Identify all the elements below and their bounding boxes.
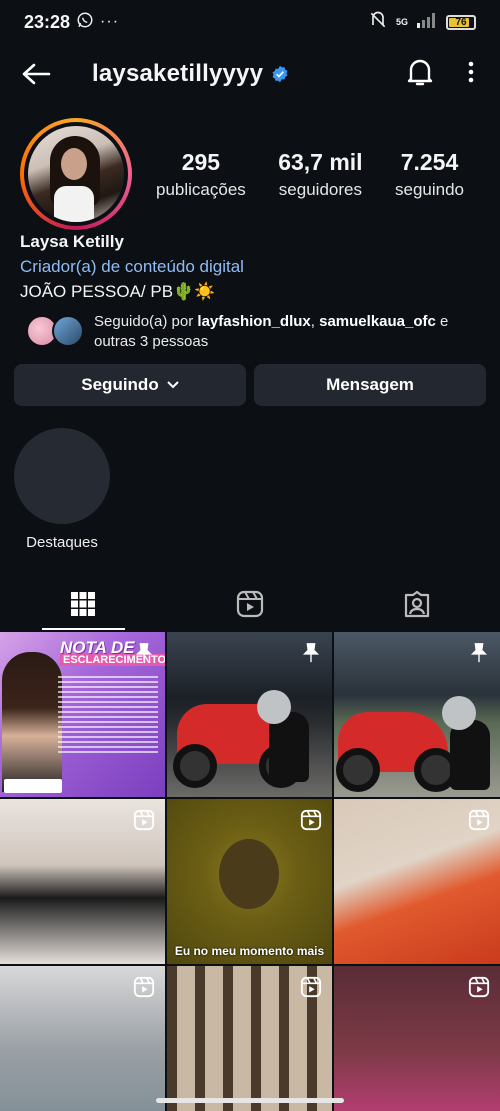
notification-bell-button[interactable] — [406, 57, 434, 92]
stat-followers[interactable]: 63,7 mil seguidores — [278, 149, 362, 200]
post-thumbnail[interactable] — [0, 799, 165, 964]
display-name: Laysa Ketilly — [20, 232, 124, 251]
stat-following[interactable]: 7.254 seguindo — [395, 149, 464, 200]
bio-location: JOÃO PESSOA/ PB🌵☀️ — [20, 282, 216, 301]
message-button[interactable]: Mensagem — [254, 364, 486, 406]
profile-actions: Seguindo Mensagem — [14, 364, 486, 406]
following-button[interactable]: Seguindo — [14, 364, 246, 406]
following-label: Seguindo — [81, 375, 159, 394]
home-indicator[interactable] — [156, 1098, 344, 1103]
reels-icon — [300, 809, 322, 831]
notification-bell-icon — [407, 59, 433, 85]
highlight-label: Destaques — [26, 534, 98, 551]
reels-icon — [133, 976, 155, 998]
reels-icon — [236, 590, 264, 618]
pin-icon — [470, 643, 488, 663]
profile-username: laysaketillyyyy — [92, 60, 264, 87]
post-thumbnail[interactable]: NOTA DE ESCLARECIMENTO! — [0, 632, 165, 797]
profile-header: laysaketillyyyy — [0, 50, 500, 98]
post-thumbnail[interactable] — [167, 632, 332, 797]
profile-summary: 295 publicações 63,7 mil seguidores 7.25… — [20, 118, 480, 230]
posts-grid: NOTA DE ESCLARECIMENTO! Eu no meu moment… — [0, 632, 500, 1111]
pin-icon — [135, 643, 153, 663]
more-options-icon — [468, 61, 474, 82]
post-thumbnail[interactable] — [0, 966, 165, 1111]
profile-tabs — [0, 578, 500, 630]
whatsapp-icon — [76, 11, 94, 34]
profile-bio: Laysa Ketilly Criador(a) de conteúdo dig… — [20, 230, 480, 304]
avatar — [28, 126, 124, 222]
back-button[interactable] — [18, 56, 54, 92]
followed-by-text: Seguido(a) por layfashion_dlux, samuelka… — [94, 313, 449, 350]
reels-icon — [468, 976, 490, 998]
battery-icon: 76 — [446, 14, 476, 30]
signal-icon — [416, 12, 438, 33]
profile-avatar[interactable] — [20, 118, 132, 230]
stat-label: seguindo — [394, 179, 464, 199]
tab-tagged[interactable] — [333, 578, 500, 630]
tab-reels[interactable] — [167, 578, 334, 630]
chevron-down-icon — [167, 381, 179, 389]
message-label: Mensagem — [326, 375, 414, 394]
post-thumbnail[interactable] — [334, 799, 500, 964]
post-caption: Eu no meu momento mais — [174, 944, 325, 958]
tagged-icon — [404, 590, 429, 618]
avatar — [52, 315, 84, 347]
story-highlight[interactable]: Destaques — [14, 428, 110, 551]
battery-level: 76 — [455, 16, 467, 28]
reels-icon — [133, 809, 155, 831]
more-options-button[interactable] — [468, 60, 474, 89]
mutual-avatars — [26, 315, 84, 349]
stat-value: 7.254 — [400, 148, 459, 175]
reels-icon — [468, 809, 490, 831]
post-thumbnail[interactable] — [334, 966, 500, 1111]
status-time: 23:28 — [24, 11, 71, 32]
post-thumbnail[interactable]: Eu no meu momento mais — [167, 799, 332, 964]
tab-posts[interactable] — [0, 578, 167, 630]
post-thumbnail[interactable] — [167, 966, 332, 1111]
stat-posts[interactable]: 295 publicações — [156, 149, 246, 200]
verified-badge-icon — [272, 65, 288, 83]
profile-category[interactable]: Criador(a) de conteúdo digital — [20, 255, 480, 279]
stat-value: 295 — [181, 148, 221, 175]
reels-icon — [300, 976, 322, 998]
more-notifications-icon: ··· — [100, 13, 120, 30]
network-label: 5G — [395, 16, 408, 27]
grid-icon — [71, 592, 96, 616]
status-bar: 23:28 ··· 5G 76 — [0, 0, 500, 44]
back-arrow-icon — [22, 63, 51, 85]
followed-by[interactable]: Seguido(a) por layfashion_dlux, samuelka… — [26, 312, 486, 352]
pin-icon — [302, 643, 320, 663]
highlight-cover — [14, 428, 110, 524]
stat-label: seguidores — [278, 179, 362, 199]
stat-label: publicações — [156, 179, 246, 199]
stat-value: 63,7 mil — [278, 148, 363, 175]
mute-icon — [368, 10, 388, 35]
post-thumbnail[interactable] — [334, 632, 500, 797]
